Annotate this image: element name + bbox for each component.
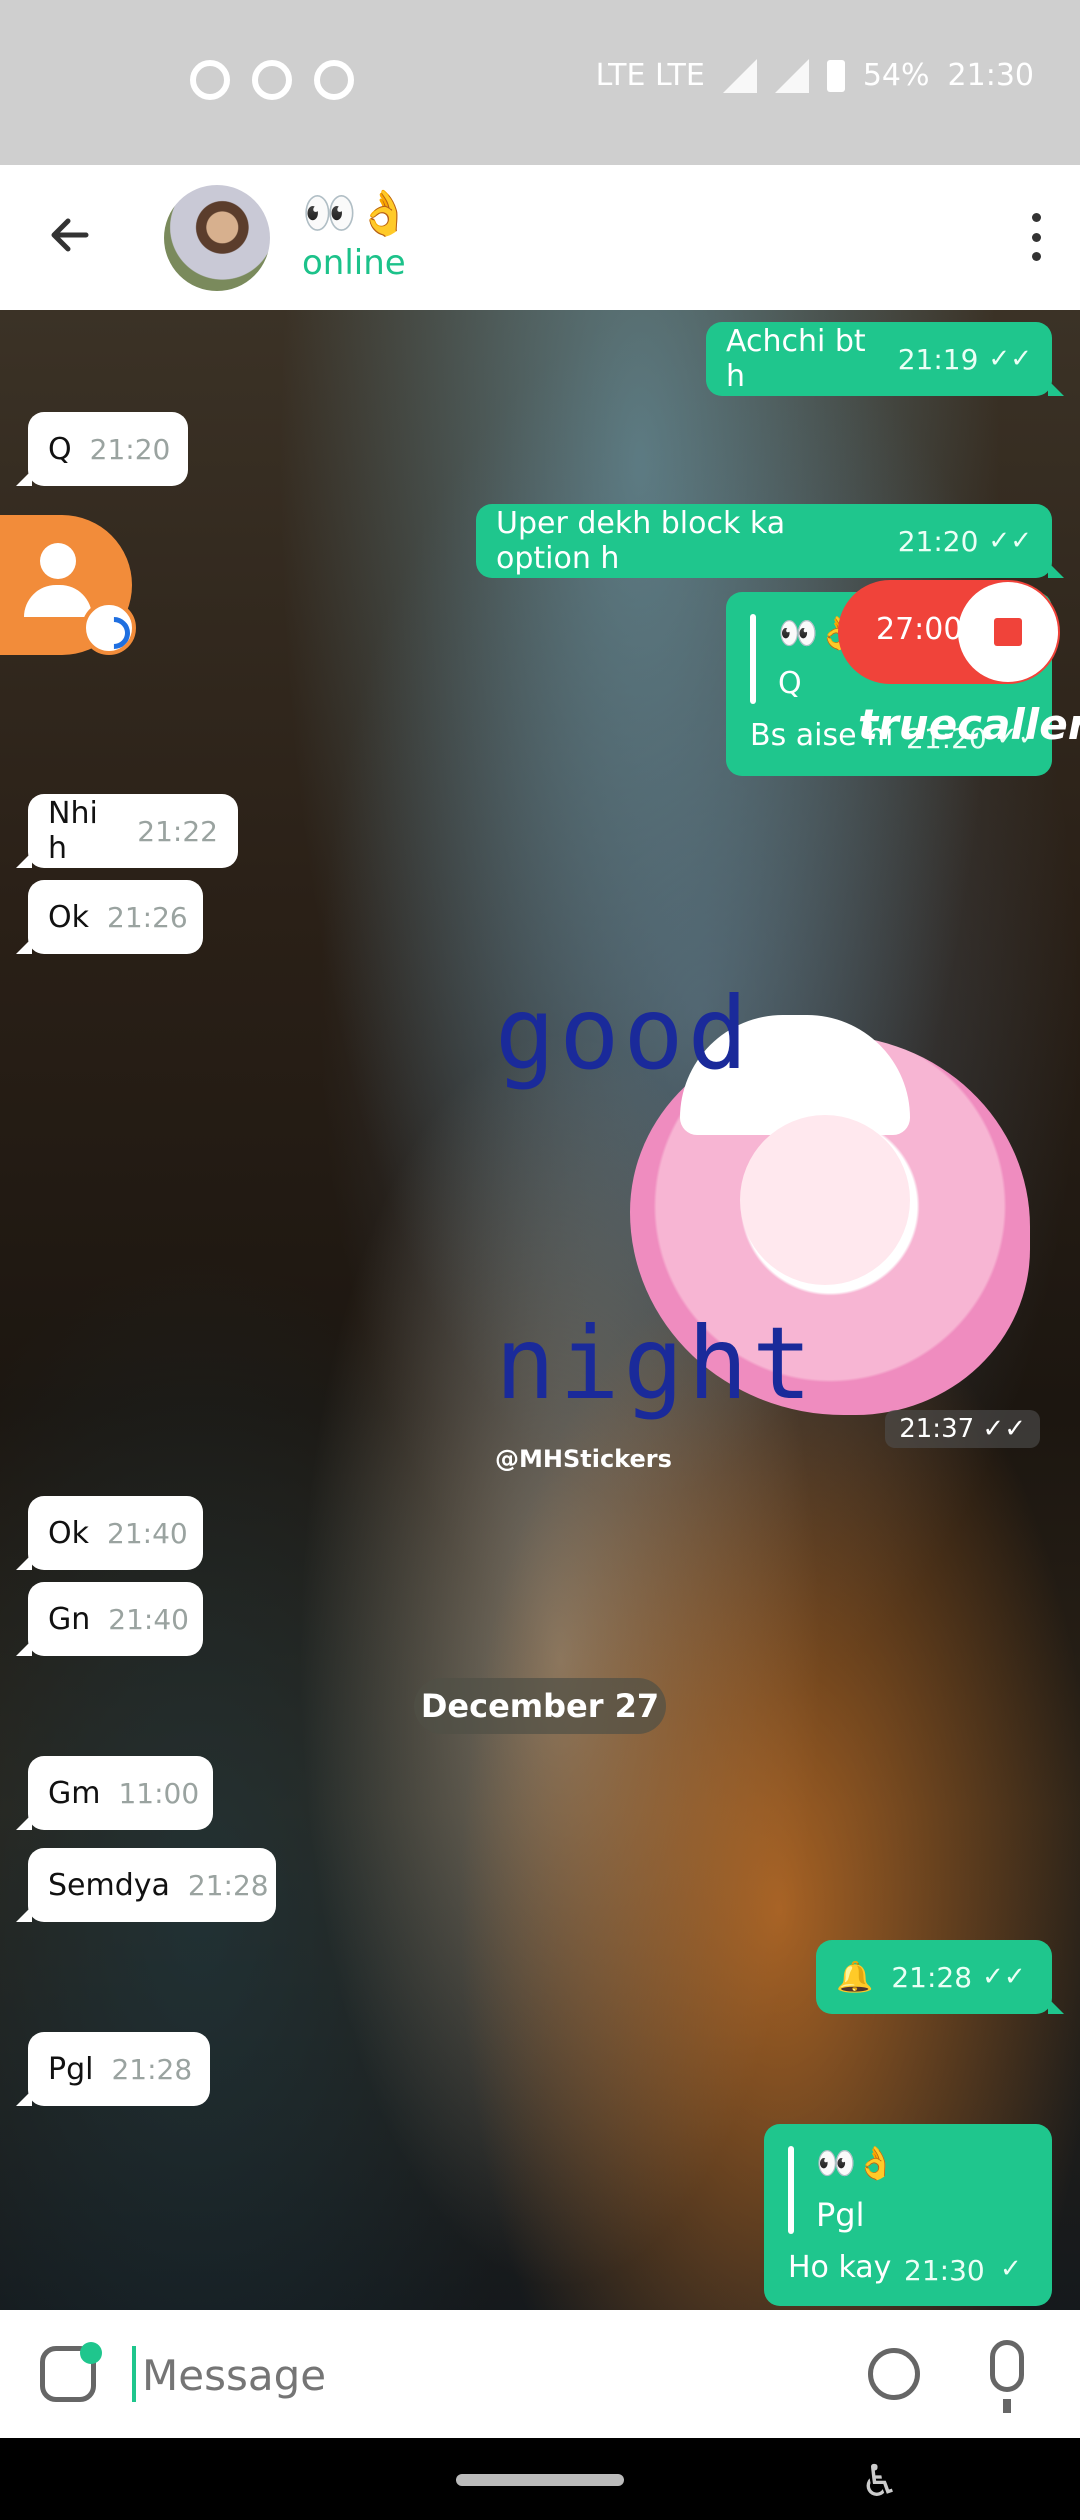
system-nav-bar: ♿	[0, 2438, 1080, 2520]
more-icon[interactable]	[1032, 213, 1044, 261]
sticker-message[interactable]: good night @MHStickers 21:37 ✓✓	[490, 975, 1040, 1475]
sticker-time: 21:37 ✓✓	[885, 1410, 1040, 1448]
attach-icon[interactable]	[857, 2337, 931, 2411]
recording-time: 27:00	[876, 612, 963, 647]
message-time: 21:26	[107, 900, 188, 934]
message-text: Gm	[48, 1775, 101, 1811]
composer	[0, 2310, 1080, 2438]
message-time: 21:37	[899, 1414, 975, 1444]
status-notifications	[190, 60, 354, 100]
message-time: 21:40	[108, 1602, 189, 1636]
network-label: LTE LTE	[595, 58, 705, 93]
new-badge	[80, 2342, 102, 2364]
sticker-text: night	[495, 1305, 817, 1422]
read-ticks: ✓✓	[988, 526, 1032, 556]
message-bubble[interactable]: Ok 21:26	[16, 880, 203, 954]
call-icon	[314, 60, 354, 100]
sticker-art	[740, 1115, 910, 1285]
message-text: Achchi bt h	[726, 324, 866, 394]
clock: 21:30	[947, 58, 1034, 93]
message-time: 21:28	[187, 1868, 269, 1902]
signal-icon	[722, 58, 757, 93]
message-bubble[interactable]: Gm 11:00	[16, 1756, 213, 1830]
message-text: Semdya	[48, 1867, 170, 1903]
quote-bar	[788, 2146, 794, 2234]
mic-icon[interactable]	[990, 2340, 1024, 2413]
read-ticks: ✓✓	[982, 1414, 1026, 1444]
message-bubble[interactable]: Achchi bt h 21:19 ✓✓	[706, 322, 1064, 396]
message-bubble[interactable]: Q 21:20	[16, 412, 188, 486]
contact-icon	[40, 543, 76, 579]
battery-icon	[826, 59, 845, 92]
status-bar: LTE LTE 54% 21:30	[0, 0, 1080, 165]
message-text: Nhi h	[48, 796, 98, 866]
message-bubble[interactable]: Pgl 21:28	[16, 2032, 210, 2106]
message-bubble[interactable]: Semdya 21:28	[16, 1848, 276, 1922]
message-time: 11:00	[118, 1776, 200, 1810]
read-ticks: ✓✓	[982, 1962, 1026, 1992]
read-ticks: ✓✓	[988, 344, 1032, 374]
call-recorder[interactable]: 27:00	[838, 580, 1060, 684]
quote-text: Pgl	[816, 2196, 865, 2234]
date-separator: December 27	[414, 1678, 666, 1734]
quote-bar	[750, 614, 756, 704]
message-bubble[interactable]: Ok 21:40	[16, 1496, 203, 1570]
phone-icon	[190, 60, 230, 100]
message-input[interactable]	[140, 2338, 794, 2412]
accessibility-icon[interactable]: ♿	[860, 2456, 899, 2507]
chat-header: 👀👌 online	[0, 165, 1080, 310]
message-bubble[interactable]: Uper dekh block ka option h 21:20 ✓✓	[476, 504, 1064, 578]
message-text: Uper dekh block ka option h	[496, 506, 786, 576]
message-text: Pgl	[48, 2051, 94, 2087]
contact-icon	[24, 585, 92, 617]
message-time: 21:20	[89, 432, 171, 466]
quote-text: Q	[778, 666, 802, 701]
avatar[interactable]	[164, 185, 270, 291]
message-text: Ok	[48, 899, 89, 935]
status-indicators: LTE LTE 54% 21:30	[596, 58, 1034, 93]
sticker-handle: @MHStickers	[495, 1445, 672, 1473]
truecaller-logo: truecaller	[858, 700, 1080, 749]
message-text: 🔔	[836, 1959, 874, 1995]
home-handle[interactable]	[456, 2474, 624, 2486]
message-time: 21:30	[904, 2254, 985, 2287]
signal-icon	[774, 58, 809, 93]
message-text: Ok	[48, 1515, 89, 1551]
message-bubble[interactable]: Nhi h 21:22	[16, 794, 238, 868]
call-icon	[252, 60, 292, 100]
call-icon	[82, 601, 136, 655]
record-stop-icon[interactable]	[958, 582, 1058, 682]
read-ticks: ✓	[1000, 2254, 1022, 2284]
text-cursor	[132, 2346, 136, 2402]
presence-status: online	[302, 243, 406, 283]
message-time: 21:28	[891, 1960, 973, 1994]
message-time: 21:28	[111, 2052, 193, 2086]
battery-percent: 54%	[862, 58, 930, 93]
message-time: 21:40	[107, 1516, 188, 1550]
contact-name[interactable]: 👀👌	[302, 187, 412, 239]
message-text: Q	[48, 431, 72, 467]
back-arrow-icon[interactable]	[46, 211, 94, 259]
message-time: 21:19	[897, 342, 979, 376]
message-time: 21:20	[897, 524, 979, 558]
message-text: Gn	[48, 1601, 91, 1637]
sticker-text: good	[495, 975, 752, 1092]
message-bubble[interactable]: Gn 21:40	[16, 1582, 203, 1656]
quote-author: 👀👌	[816, 2144, 896, 2182]
reply-bubble[interactable]: 👀👌 Pgl Ho kay 21:30 ✓	[764, 2124, 1052, 2306]
message-bubble[interactable]: 🔔 21:28 ✓✓	[816, 1940, 1064, 2014]
truecaller-contact-bubble[interactable]	[0, 515, 136, 655]
message-time: 21:22	[137, 814, 218, 848]
message-text: Ho kay	[788, 2250, 892, 2285]
